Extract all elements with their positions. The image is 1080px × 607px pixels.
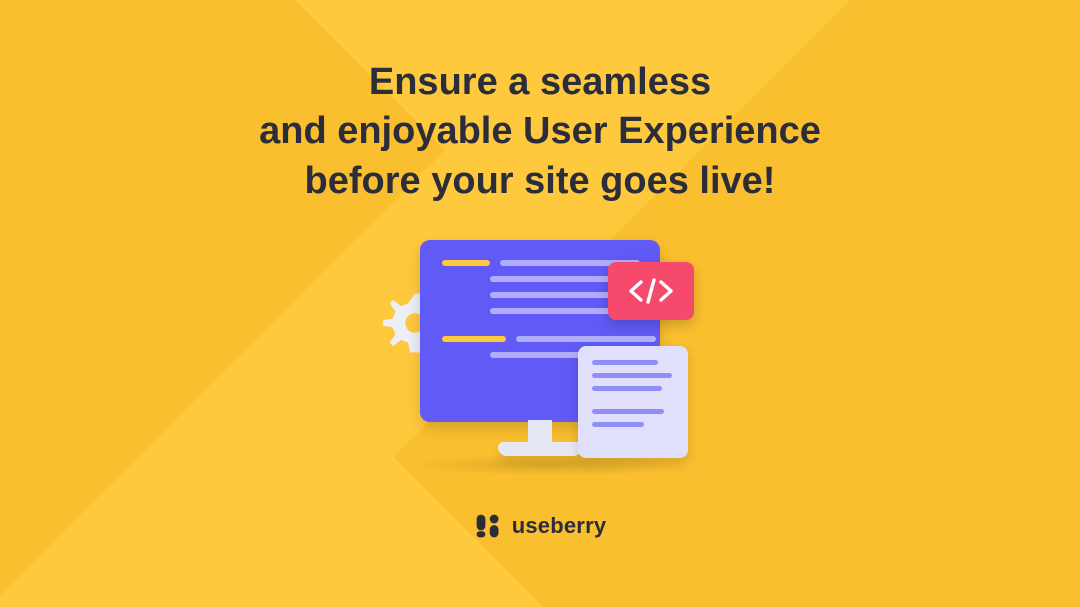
document-icon — [578, 346, 688, 458]
promo-banner: Ensure a seamless and enjoyable User Exp… — [0, 0, 1080, 607]
brand-name: useberry — [512, 513, 607, 539]
doc-line — [592, 373, 672, 378]
headline-line-1: Ensure a seamless — [369, 61, 711, 103]
code-line — [516, 336, 656, 342]
useberry-logo-icon — [474, 512, 502, 540]
hero-illustration: </> — [380, 234, 700, 494]
code-line — [490, 308, 620, 314]
headline: Ensure a seamless and enjoyable User Exp… — [259, 58, 821, 206]
monitor-stand-base — [498, 442, 582, 456]
headline-line-3: before your site goes live! — [305, 160, 776, 202]
code-tag-icon: </> — [608, 262, 694, 320]
doc-line — [592, 422, 644, 427]
doc-line — [592, 360, 658, 365]
code-line — [442, 260, 490, 266]
code-line — [442, 336, 506, 342]
doc-line — [592, 409, 664, 414]
doc-line — [592, 386, 662, 391]
headline-line-2: and enjoyable User Experience — [259, 110, 821, 152]
brand-logo: useberry — [474, 512, 607, 540]
